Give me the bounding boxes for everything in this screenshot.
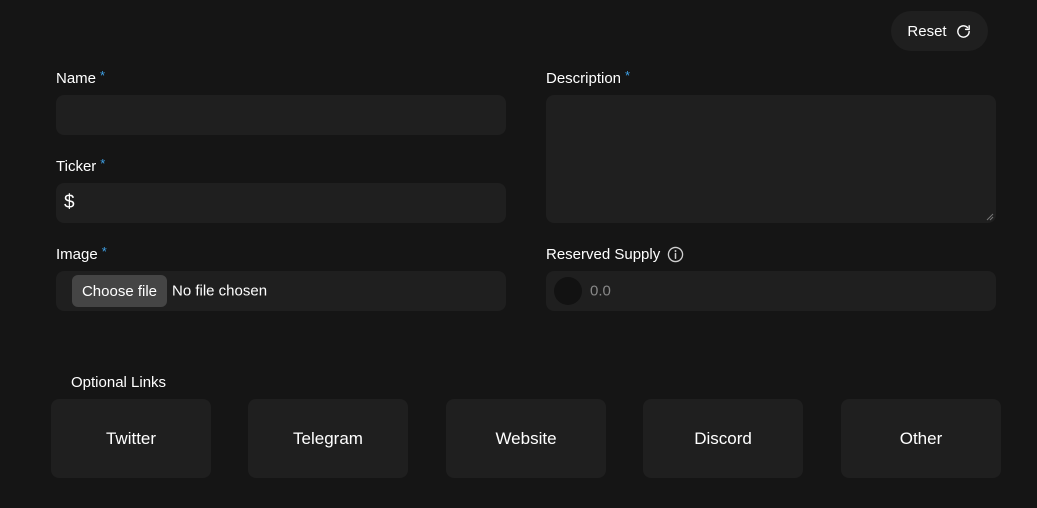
link-twitter-button[interactable]: Twitter [51, 399, 211, 478]
description-textarea[interactable] [546, 95, 996, 223]
image-required-marker: * [101, 244, 107, 259]
link-website-button[interactable]: Website [446, 399, 606, 478]
supply-slider-handle[interactable] [554, 277, 582, 305]
choose-file-button[interactable]: Choose file [72, 275, 167, 307]
ticker-label: Ticker * [56, 156, 106, 175]
refresh-icon [955, 23, 972, 40]
reserved-supply-label: Reserved Supply [546, 246, 684, 263]
name-input[interactable] [56, 95, 506, 135]
image-field-container: Choose file No file chosen [56, 271, 506, 311]
description-required-marker: * [625, 68, 631, 83]
description-field-container [546, 95, 996, 223]
link-other-button[interactable]: Other [841, 399, 1001, 478]
description-label-text: Description [546, 70, 622, 87]
reserved-supply-field-container: 0.0 [546, 271, 996, 311]
reserved-supply-value[interactable]: 0.0 [590, 283, 611, 300]
link-discord-button[interactable]: Discord [643, 399, 803, 478]
name-label: Name * [56, 68, 106, 87]
name-required-marker: * [100, 68, 106, 83]
reserved-supply-label-text: Reserved Supply [546, 246, 661, 263]
ticker-label-text: Ticker [56, 158, 97, 175]
info-icon[interactable] [667, 246, 684, 263]
ticker-prefix: $ [64, 192, 75, 213]
file-status: No file chosen [172, 282, 268, 300]
image-label-text: Image [56, 246, 98, 263]
resize-grip-icon[interactable] [986, 213, 994, 221]
create-token-form: Reset Name * Ticker * $ Image * Choose f… [0, 0, 1037, 508]
reset-label: Reset [907, 22, 947, 40]
image-label: Image * [56, 244, 107, 263]
ticker-field-container: $ [56, 183, 506, 223]
ticker-input[interactable] [56, 183, 506, 223]
name-label-text: Name [56, 70, 97, 87]
link-telegram-button[interactable]: Telegram [248, 399, 408, 478]
reset-button[interactable]: Reset [891, 11, 988, 51]
optional-links-title: Optional Links [71, 374, 167, 391]
ticker-required-marker: * [100, 156, 106, 171]
description-label: Description * [546, 68, 631, 87]
name-field-container [56, 95, 506, 135]
